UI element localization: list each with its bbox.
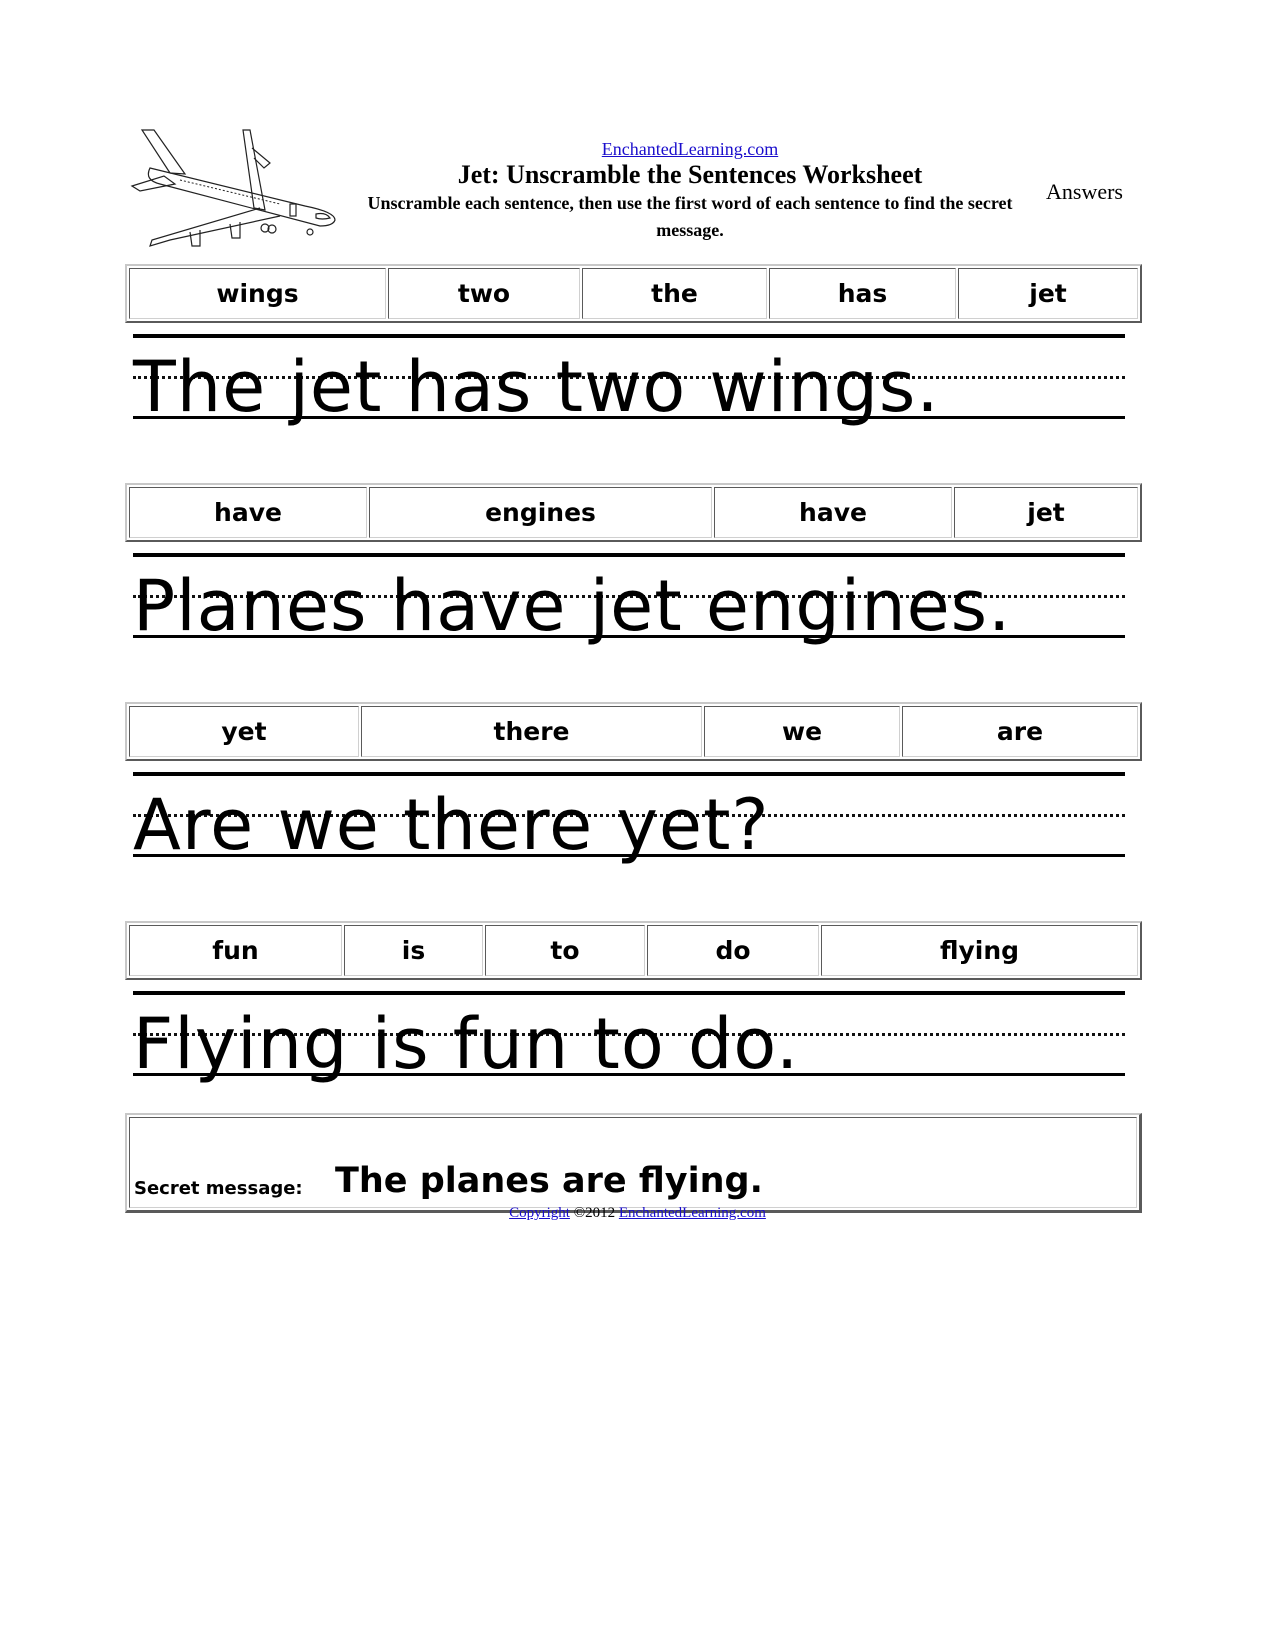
- writing-line-baseline: [133, 854, 1125, 857]
- footer-site-link[interactable]: EnchantedLearning.com: [619, 1205, 766, 1221]
- word-tile: have: [714, 487, 952, 538]
- word-tile: yet: [129, 706, 359, 757]
- instructions: Unscramble each sentence, then use the f…: [367, 193, 1013, 240]
- answer-sentence-2: Planes have jet engines.: [133, 565, 1012, 647]
- word-tile: do: [647, 925, 819, 976]
- word-tile: are: [902, 706, 1138, 757]
- word-tile: jet: [954, 487, 1138, 538]
- word-tile: fun: [129, 925, 342, 976]
- secret-message-label: Secret message:: [134, 1178, 303, 1199]
- writing-line-top: [133, 991, 1125, 995]
- secret-message-box: Secret message: The planes are flying.: [125, 1113, 1142, 1213]
- word-tile: jet: [958, 268, 1138, 319]
- writing-line-baseline: [133, 416, 1125, 419]
- word-tile: the: [582, 268, 767, 319]
- copyright-link[interactable]: Copyright: [509, 1205, 570, 1221]
- word-tile: has: [769, 268, 956, 319]
- worksheet-header: EnchantedLearning.com Jet: Unscramble th…: [350, 138, 1030, 244]
- answer-sentence-1: The jet has two wings.: [133, 346, 940, 428]
- word-tiles-1: wings two the has jet: [125, 264, 1142, 323]
- word-tile: flying: [821, 925, 1138, 976]
- answer-sentence-4: Flying is fun to do.: [133, 1003, 800, 1085]
- site-link[interactable]: EnchantedLearning.com: [602, 138, 778, 160]
- word-tiles-2: have engines have jet: [125, 483, 1142, 542]
- word-tile: wings: [129, 268, 386, 319]
- secret-message-answer: The planes are flying.: [335, 1161, 763, 1201]
- word-tiles-4: fun is to do flying: [125, 921, 1142, 980]
- word-tile: to: [485, 925, 645, 976]
- secret-message-cell: Secret message: The planes are flying.: [129, 1117, 1137, 1208]
- writing-line-baseline: [133, 1073, 1125, 1076]
- word-tile: two: [388, 268, 580, 319]
- word-tiles-3: yet there we are: [125, 702, 1142, 761]
- word-tile: we: [704, 706, 900, 757]
- answer-sentence-3: Are we there yet?: [133, 784, 770, 866]
- footer: Copyright ©2012 EnchantedLearning.com: [0, 1205, 1275, 1222]
- word-tile: engines: [369, 487, 712, 538]
- word-tile: have: [129, 487, 367, 538]
- word-tile: is: [344, 925, 483, 976]
- writing-line-baseline: [133, 635, 1125, 638]
- word-tile: there: [361, 706, 702, 757]
- answers-label: Answers: [1046, 179, 1123, 204]
- writing-line-top: [133, 334, 1125, 338]
- page-title: Jet: Unscramble the Sentences Worksheet: [457, 160, 923, 189]
- jet-airplane-icon: [130, 129, 336, 247]
- writing-line-top: [133, 553, 1125, 557]
- copyright-year: ©2012: [573, 1205, 616, 1221]
- writing-line-top: [133, 772, 1125, 776]
